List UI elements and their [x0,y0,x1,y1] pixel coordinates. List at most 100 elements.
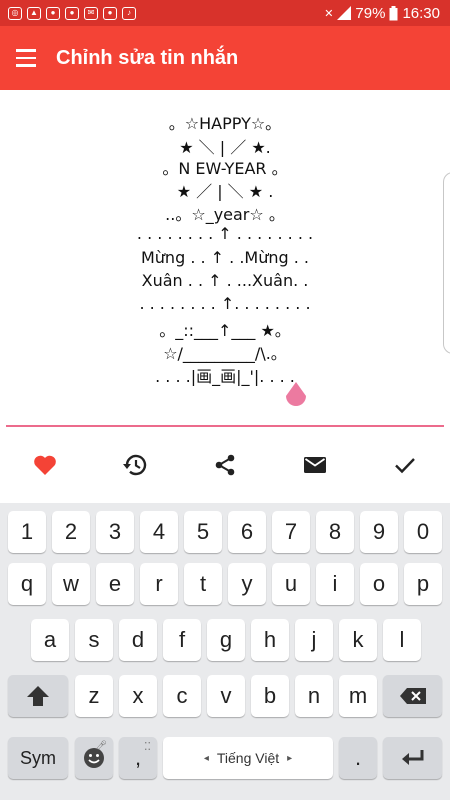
shield-icon: ● [103,6,117,20]
key-d[interactable]: d [119,619,157,661]
key-z[interactable]: z [75,675,113,717]
key-w[interactable]: w [52,563,90,605]
gallery-icon: ▲ [27,6,41,20]
key-x[interactable]: x [119,675,157,717]
action-bar [0,445,450,485]
message-line: 。_::___↑___ ★。 [159,321,291,340]
key-n[interactable]: n [295,675,333,717]
page-title: Chỉnh sửa tin nhắn [56,46,239,69]
message-line: . . . .|画_画|_'|. . . . [155,367,295,386]
enter-key[interactable] [383,737,442,779]
check-icon [395,458,415,474]
key-5[interactable]: 5 [184,511,222,553]
message-line: 。N EW-YEAR 。 [162,159,288,178]
history-icon [123,454,147,476]
key-2[interactable]: 2 [52,511,90,553]
key-o[interactable]: o [360,563,398,605]
key-3[interactable]: 3 [96,511,134,553]
battery-icon [389,5,398,20]
message-line: ★ ／ | ＼ ★ . [176,182,274,201]
key-g[interactable]: g [207,619,245,661]
key-m[interactable]: m [339,675,377,717]
confirm-button[interactable] [385,445,425,485]
notification-icons: ◎ ▲ ● ● ✉ ● ♪ [0,6,136,20]
sym-key[interactable]: Sym [8,737,68,779]
shield-icon: ● [65,6,79,20]
space-key[interactable]: ◂ Tiếng Việt ▸ [163,737,333,779]
key-1[interactable]: 1 [8,511,46,553]
key-v[interactable]: v [207,675,245,717]
key-0[interactable]: 0 [404,511,442,553]
status-right: ✕ 79% 16:30 [324,5,450,22]
menu-icon-bar [16,49,36,52]
email-button[interactable] [295,445,335,485]
key-j[interactable]: j [295,619,333,661]
key-s[interactable]: s [75,619,113,661]
emoji-key[interactable]: 🎤︎ [75,737,113,779]
menu-icon-bar [16,64,36,67]
arrow-right-icon: ▸ [287,752,293,764]
key-q[interactable]: q [8,563,46,605]
key-b[interactable]: b [251,675,289,717]
battery-percent: 79% [355,4,386,22]
key-c[interactable]: c [163,675,201,717]
key-l[interactable]: l [383,619,421,661]
key-7[interactable]: 7 [272,511,310,553]
key-u[interactable]: u [272,563,310,605]
message-line: ..。☆_year☆ 。 [165,205,285,224]
shift-key[interactable] [8,675,68,717]
text-cursor-handle[interactable] [285,382,307,410]
mail-icon: ✉ [84,6,98,20]
message-line: . . . . . . . . ↑ . . . . . . . . [136,224,314,243]
key-y[interactable]: y [228,563,266,605]
input-underline [6,425,444,427]
key-9[interactable]: 9 [360,511,398,553]
app-bar: Chỉnh sửa tin nhắn [0,26,450,90]
key-k[interactable]: k [339,619,377,661]
microphone-icon: 🎤︎ [95,740,107,750]
favorite-button[interactable] [25,445,65,485]
more-dots-icon: ⁚⁚ [144,741,151,753]
key-a[interactable]: a [31,619,69,661]
message-line: 。☆HAPPY☆。 [168,114,282,133]
key-4[interactable]: 4 [140,511,178,553]
clock: 16:30 [402,4,440,22]
heart-icon [34,455,56,475]
key-r[interactable]: r [140,563,178,605]
backspace-key[interactable] [383,675,442,717]
menu-icon-bar [16,56,36,60]
key-h[interactable]: h [251,619,289,661]
history-button[interactable] [115,445,155,485]
key-8[interactable]: 8 [316,511,354,553]
status-bar: ◎ ▲ ● ● ✉ ● ♪ ✕ 79% 16:30 [0,0,450,26]
key-p[interactable]: p [404,563,442,605]
signal-icon [337,6,352,20]
notification-icon: ◎ [8,6,22,20]
message-line: Xuân . . ↑ . ...Xuân. . [141,271,309,290]
arrow-left-icon: ◂ [203,752,209,764]
period-key[interactable]: . [339,737,377,779]
shift-icon [27,686,49,706]
share-button[interactable] [205,445,245,485]
message-line: . . . . . . . . ↑. . . . . . . . [139,294,311,313]
space-label: Tiếng Việt [216,750,280,766]
key-i[interactable]: i [316,563,354,605]
key-f[interactable]: f [163,619,201,661]
message-line: ☆/_________/\.。 [163,344,287,363]
comma-label: , [134,745,142,770]
enter-icon [401,750,423,765]
mute-icon: ✕ [324,7,334,20]
period-label: . [354,745,362,770]
key-e[interactable]: e [96,563,134,605]
backspace-icon [399,688,426,704]
key-6[interactable]: 6 [228,511,266,553]
message-editor[interactable]: 。☆HAPPY☆。 ★ ＼ | ／ ★. 。N EW-YEAR 。 ★ ／ | … [0,104,450,404]
keyboard: 1 2 3 4 5 6 7 8 9 0 q w e r t y u i o p … [0,503,450,800]
edge-panel-handle[interactable] [443,172,450,354]
screen: ◎ ▲ ● ● ✉ ● ♪ ✕ 79% 16:30 Chỉnh sửa tin … [0,0,450,800]
menu-button[interactable] [0,26,52,90]
email-icon [304,457,326,473]
key-t[interactable]: t [184,563,222,605]
shield-icon: ● [46,6,60,20]
comma-key[interactable]: , ⁚⁚ [119,737,157,779]
